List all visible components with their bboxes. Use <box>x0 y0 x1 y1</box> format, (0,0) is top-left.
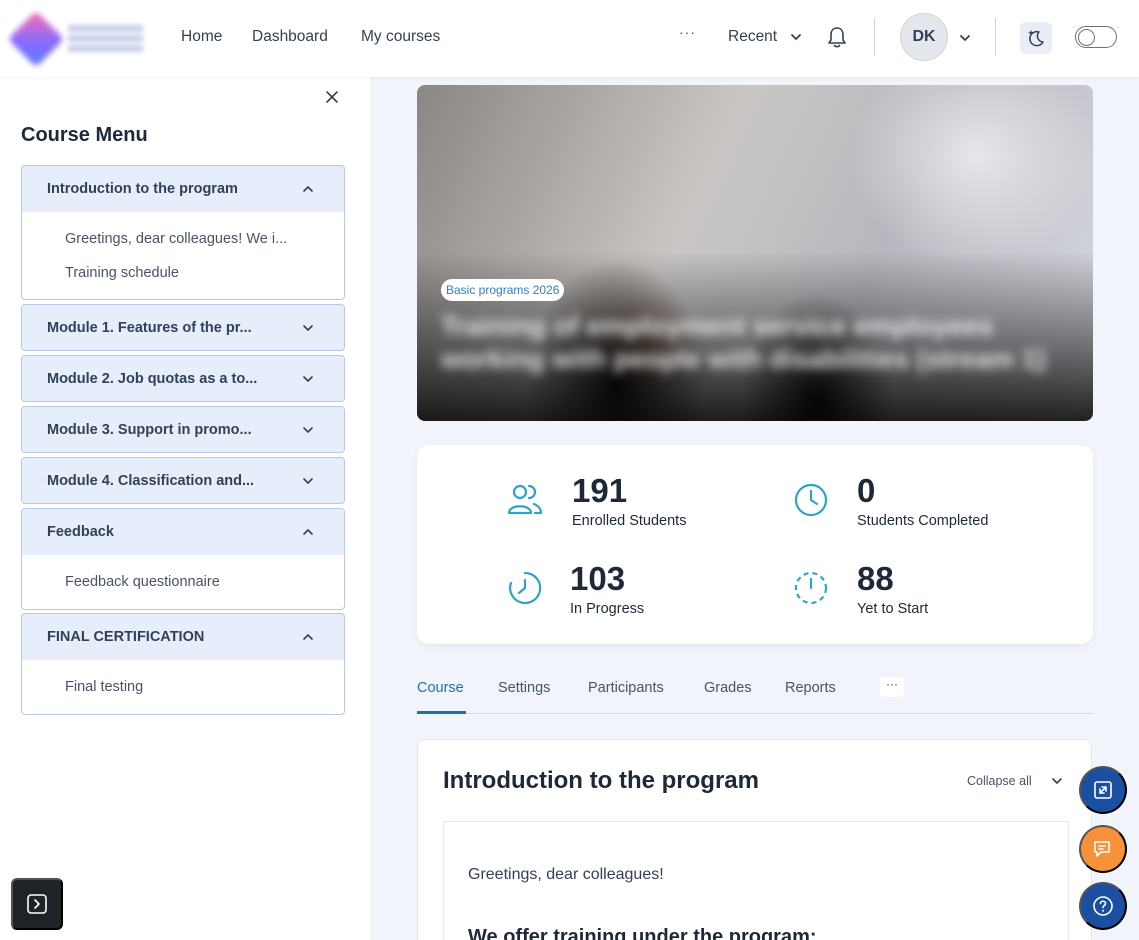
help-icon <box>1093 896 1113 916</box>
top-navbar: Home Dashboard My courses ··· Recent DK <box>0 0 1139 77</box>
active-tab-indicator <box>417 711 466 714</box>
sidebar-toggle-button[interactable] <box>11 878 63 930</box>
sidebar-item-feedback-questionnaire[interactable]: Feedback questionnaire <box>65 574 220 590</box>
ai-theme-button[interactable] <box>1020 22 1052 54</box>
course-stats-card: 191 Enrolled Students 0 Students Complet… <box>417 445 1093 644</box>
sidebar-section-module-1[interactable]: Module 1. Features of the pr... <box>21 304 345 351</box>
logo-mark-icon <box>7 10 65 68</box>
sidebar-section-module-2[interactable]: Module 2. Job quotas as a to... <box>21 355 345 402</box>
tab-grades[interactable]: Grades <box>704 680 752 696</box>
nav-more-button[interactable]: ··· <box>679 24 696 40</box>
section-title: Module 3. Support in promo... <box>47 422 252 438</box>
course-category-badge[interactable]: Basic programs 2026 <box>441 279 565 301</box>
dark-mode-toggle[interactable] <box>1075 26 1117 48</box>
section-title: Module 4. Classification and... <box>47 473 255 489</box>
section-title: Module 1. Features of the pr... <box>47 320 252 336</box>
sidebar-item-final-testing[interactable]: Final testing <box>65 679 143 695</box>
course-section-card: Introduction to the program Collapse all… <box>417 739 1092 940</box>
nav-divider <box>874 18 875 56</box>
logo-text <box>68 25 143 53</box>
user-avatar[interactable]: DK <box>900 13 948 61</box>
greeting-text: Greetings, dear colleagues! <box>468 866 664 883</box>
collapse-all-button[interactable]: Collapse all <box>967 774 1032 788</box>
sidebar-title: Course Menu <box>21 124 148 146</box>
chat-edit-icon <box>1094 841 1110 857</box>
recent-dropdown[interactable]: Recent <box>728 28 777 46</box>
chevron-up-icon <box>303 634 313 640</box>
yet-to-start-label: Yet to Start <box>857 601 929 617</box>
section-title: Module 2. Job quotas as a to... <box>47 371 258 387</box>
completed-count: 0 <box>857 472 876 509</box>
sidebar-item-greetings[interactable]: Greetings, dear colleagues! We i... <box>65 231 287 247</box>
section-content-block: Greetings, dear colleagues! We offer tra… <box>443 821 1069 940</box>
offer-heading: We offer training under the program: <box>468 926 817 940</box>
chevron-down-icon[interactable] <box>1051 775 1063 787</box>
yet-to-start-count: 88 <box>857 560 894 597</box>
users-icon <box>507 484 543 515</box>
expand-icon <box>1094 781 1112 799</box>
course-menu-sidebar: Course Menu Introduction to the program … <box>0 77 370 940</box>
section-header[interactable]: FINAL CERTIFICATION <box>22 614 344 660</box>
nav-divider <box>995 18 996 56</box>
section-heading: Introduction to the program <box>443 767 759 794</box>
chevron-down-icon <box>303 376 313 382</box>
moon-sparkle-icon <box>1028 30 1044 47</box>
nav-my-courses-link[interactable]: My courses <box>361 28 440 46</box>
fullscreen-button[interactable] <box>1079 766 1127 814</box>
pending-timer-icon <box>794 571 828 605</box>
sidebar-section-feedback: Feedback Feedback questionnaire <box>21 508 345 610</box>
chevron-down-icon <box>303 325 313 331</box>
in-progress-count: 103 <box>570 560 626 597</box>
enrolled-label: Enrolled Students <box>572 513 687 529</box>
sidebar-section-module-3[interactable]: Module 3. Support in promo... <box>21 406 345 453</box>
site-logo[interactable] <box>7 10 145 68</box>
section-title: Introduction to the program <box>47 181 238 197</box>
feedback-chat-button[interactable] <box>1079 825 1127 873</box>
chevron-down-icon <box>303 478 313 484</box>
tab-divider <box>417 713 1093 714</box>
completed-label: Students Completed <box>857 513 989 529</box>
enrolled-count: 191 <box>572 472 628 509</box>
chevron-up-icon <box>303 186 313 192</box>
tab-course[interactable]: Course <box>417 680 464 696</box>
clock-icon <box>794 483 828 517</box>
sidebar-item-training-schedule[interactable]: Training schedule <box>65 265 179 281</box>
sidebar-section-final-certification: FINAL CERTIFICATION Final testing <box>21 613 345 715</box>
in-progress-label: In Progress <box>570 601 645 617</box>
section-header[interactable]: Feedback <box>22 509 344 555</box>
course-title: Training of employment service employees… <box>441 311 1046 374</box>
section-header[interactable]: Introduction to the program <box>22 166 344 212</box>
chevron-down-icon <box>303 427 313 433</box>
nav-dashboard-link[interactable]: Dashboard <box>252 28 328 46</box>
sidebar-section-introduction: Introduction to the program Greetings, d… <box>21 165 345 300</box>
section-title: Feedback <box>47 524 114 540</box>
close-icon[interactable] <box>325 90 339 104</box>
tab-participants[interactable]: Participants <box>588 680 664 696</box>
bell-icon[interactable] <box>826 25 848 49</box>
help-button[interactable] <box>1079 882 1127 930</box>
progress-clock-icon <box>509 571 542 605</box>
chevron-up-icon <box>303 529 313 535</box>
tab-settings[interactable]: Settings <box>498 680 550 696</box>
panel-open-icon <box>27 894 47 914</box>
sidebar-section-module-4[interactable]: Module 4. Classification and... <box>21 457 345 504</box>
chevron-down-icon[interactable] <box>959 32 971 44</box>
tab-more-button[interactable]: ··· <box>880 677 904 697</box>
nav-home-link[interactable]: Home <box>181 28 222 46</box>
section-title: FINAL CERTIFICATION <box>47 629 205 645</box>
tab-reports[interactable]: Reports <box>785 680 836 696</box>
chevron-down-icon[interactable] <box>790 31 802 43</box>
